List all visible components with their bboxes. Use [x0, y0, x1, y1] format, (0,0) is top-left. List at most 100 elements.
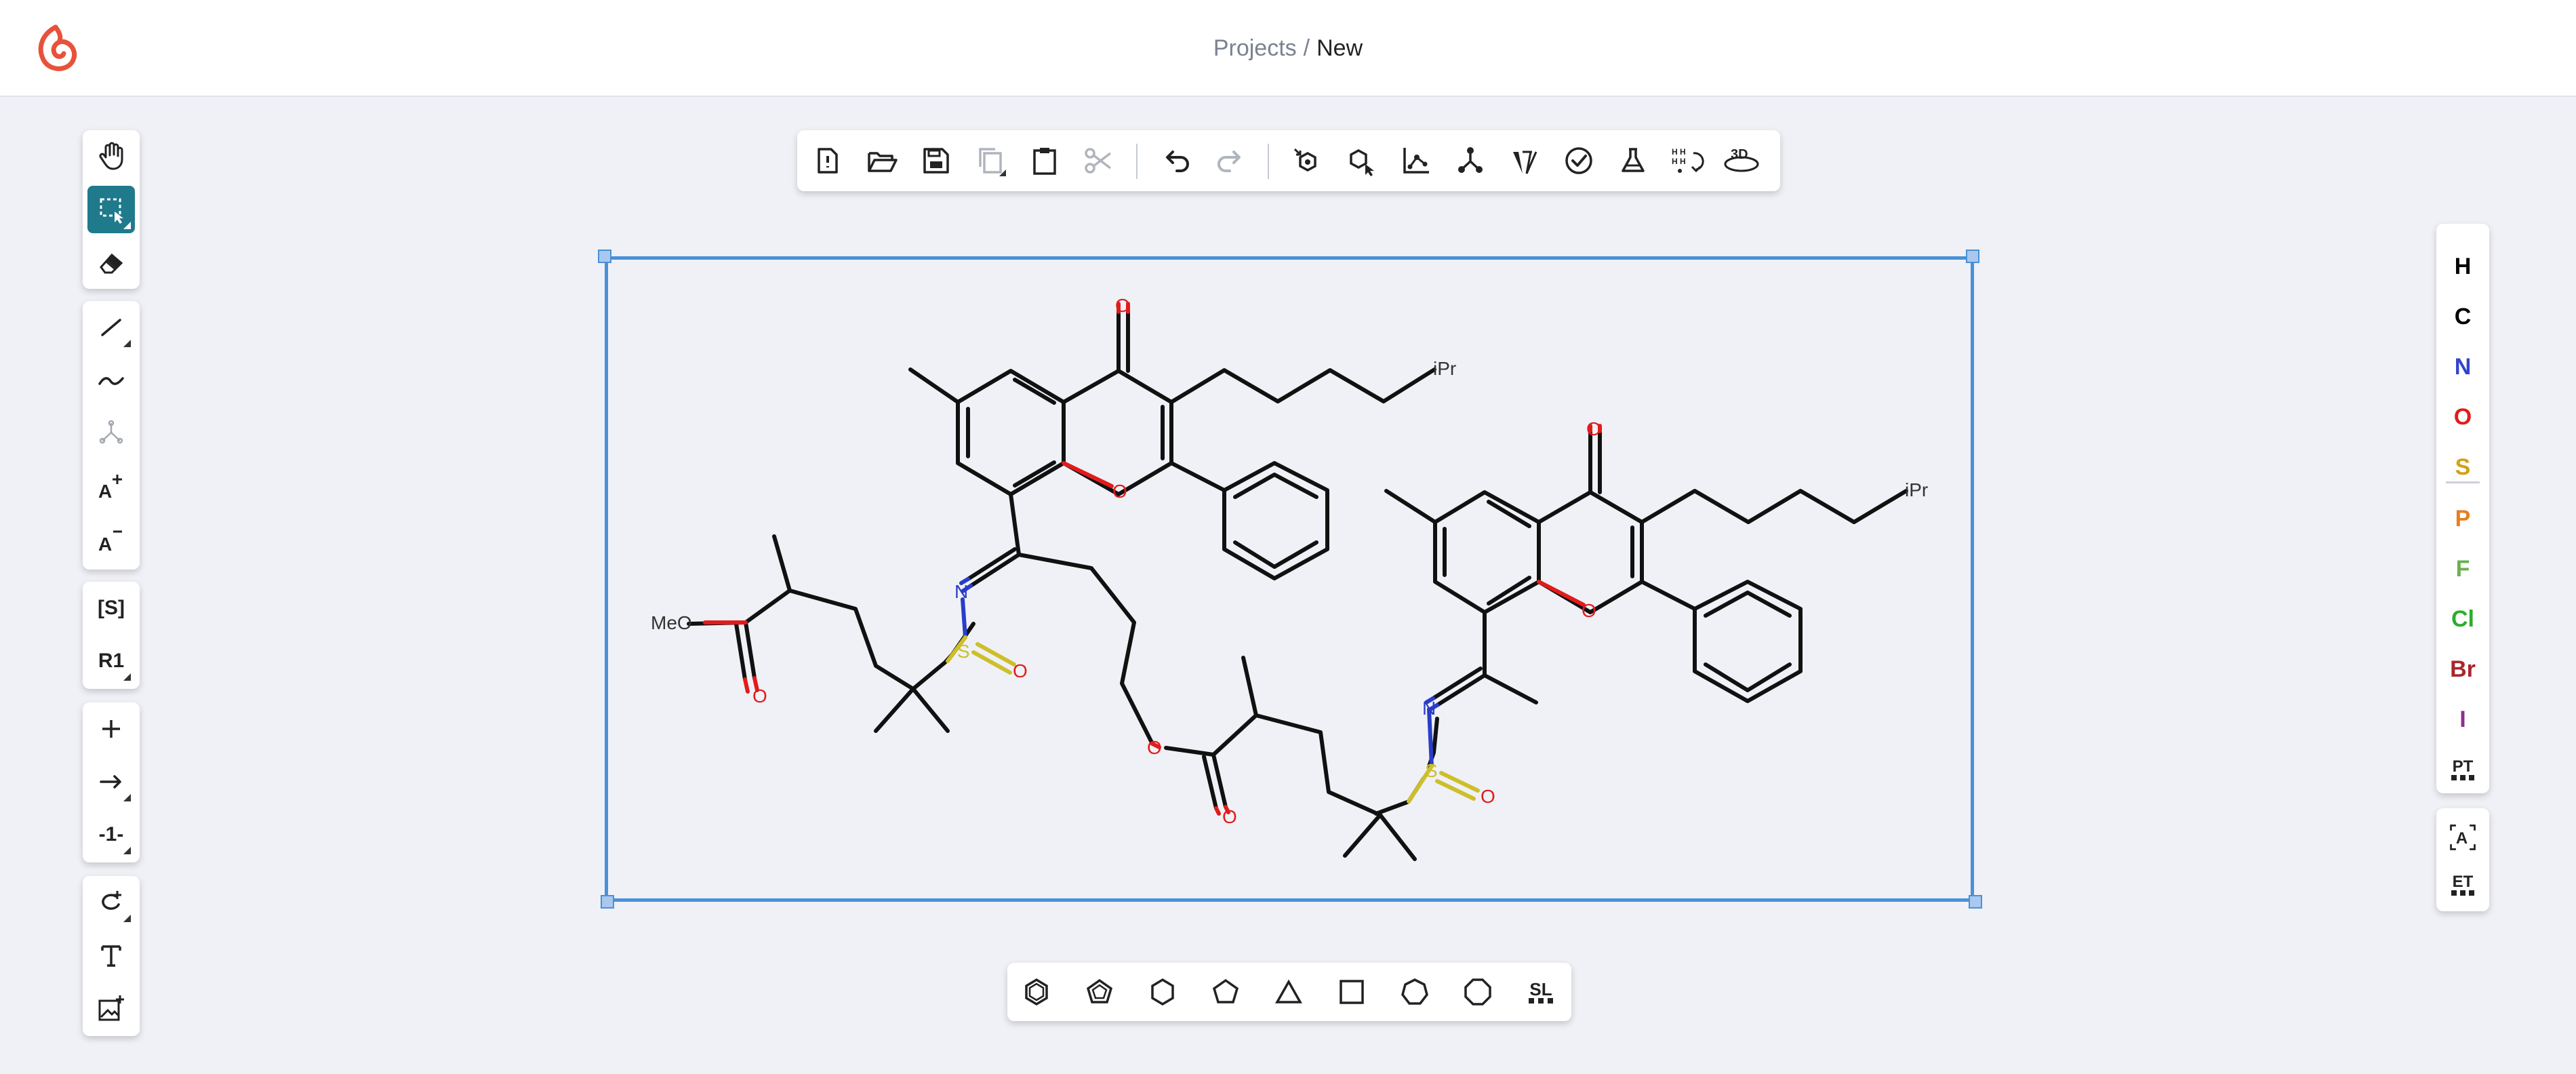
- arrow-icon: [100, 775, 121, 789]
- atom-label-o-ring-left: O: [1112, 481, 1127, 502]
- charge-minus-tool-button[interactable]: A: [87, 515, 135, 563]
- select-rectangle-tool-button[interactable]: [87, 186, 135, 233]
- cyclohexane-icon: [1151, 978, 1174, 1006]
- check-structure-button[interactable]: [1556, 138, 1601, 183]
- any-atom-button[interactable]: A: [2436, 815, 2489, 860]
- template-cyclopropane-button[interactable]: [1266, 970, 1311, 1014]
- monomer-tool-button[interactable]: [87, 410, 135, 457]
- right-toolbar-atoms: H C N O S P F Cl Br I PT: [2436, 224, 2489, 793]
- cyclooctane-icon: [1464, 978, 1491, 1006]
- template-cyclopentadiene-button[interactable]: [1077, 970, 1122, 1014]
- hand-tool-button[interactable]: [87, 132, 135, 180]
- open-file-button[interactable]: [860, 138, 904, 183]
- svg-text:A: A: [2456, 829, 2468, 848]
- expand-corner-icon: [123, 915, 131, 922]
- svg-text:A: A: [98, 534, 112, 555]
- atom-label-n-right: N: [1422, 698, 1436, 719]
- redo-button[interactable]: [1208, 138, 1253, 183]
- hand-icon: [99, 142, 123, 170]
- chain-tool-button[interactable]: [87, 357, 135, 404]
- left-toolbar-group-1: [83, 130, 140, 289]
- undo-button[interactable]: [1154, 138, 1199, 183]
- layout-icon: [1293, 148, 1316, 172]
- rotate-tool-button[interactable]: [87, 879, 135, 926]
- single-bond-tool-button[interactable]: [87, 304, 135, 351]
- reaction-plus-tool-button[interactable]: [87, 705, 135, 753]
- erase-tool-button[interactable]: [87, 239, 135, 286]
- left-toolbar-group-4: -1-: [83, 702, 140, 862]
- rotate-icon: [102, 891, 121, 910]
- sgroup-tool-button[interactable]: [S]: [87, 584, 135, 632]
- monomer-icon: [99, 420, 123, 444]
- atom-c-button[interactable]: C: [2436, 294, 2489, 339]
- cut-button[interactable]: [1076, 138, 1121, 183]
- new-file-button[interactable]: [805, 138, 850, 183]
- atom-h-button[interactable]: H: [2436, 244, 2489, 289]
- atom-o-button[interactable]: O: [2436, 395, 2489, 439]
- atom-n-button[interactable]: N: [2436, 344, 2489, 389]
- template-cyclohexane-button[interactable]: [1140, 970, 1185, 1014]
- paste-button[interactable]: [1022, 138, 1067, 183]
- template-cycloheptane-button[interactable]: [1392, 970, 1437, 1014]
- atom-label-ipr-left: iPr: [1433, 358, 1456, 379]
- add-image-tool-button[interactable]: [87, 984, 135, 1032]
- atom-cl-button[interactable]: Cl: [2436, 597, 2489, 641]
- clean-up-icon: [1350, 149, 1374, 176]
- template-cyclopentane-button[interactable]: [1203, 970, 1248, 1014]
- left-toolbar-group-5: [83, 876, 140, 1036]
- template-cyclooctane-button[interactable]: [1455, 970, 1500, 1014]
- atom-label-o-sulfinyl-right: O: [1481, 786, 1495, 807]
- template-cyclobutane-button[interactable]: [1329, 970, 1374, 1014]
- structure-library-icon: SL: [1529, 980, 1553, 1003]
- rgroup-tool-button[interactable]: R1: [87, 637, 135, 685]
- extended-table-button[interactable]: ET: [2436, 862, 2489, 907]
- breadcrumb-projects-link[interactable]: Projects: [1213, 35, 1297, 62]
- expand-corner-icon: [123, 340, 131, 347]
- cyclopentane-icon: [1212, 978, 1239, 1003]
- atom-label-ipr-right: iPr: [1905, 479, 1928, 500]
- atom-f-button[interactable]: F: [2436, 546, 2489, 591]
- atom-p-button[interactable]: P: [2436, 496, 2489, 541]
- left-toolbar-group-3: [S] R1: [83, 582, 140, 689]
- add-image-icon: [98, 995, 124, 1021]
- atoms-divider: [2446, 481, 2480, 483]
- aromatize-button[interactable]: [1394, 138, 1438, 183]
- atom-label-n-left: N: [954, 581, 968, 602]
- atom-label-o-carbonyl-left: O: [1115, 295, 1130, 316]
- copy-button[interactable]: [968, 138, 1013, 183]
- periodic-table-button[interactable]: PT: [2436, 747, 2489, 792]
- dearomatize-button[interactable]: [1448, 138, 1493, 183]
- atom-label-o-ester-link: O: [1147, 737, 1162, 758]
- charge-plus-tool-button[interactable]: A: [87, 462, 135, 510]
- eraser-icon: [100, 253, 123, 274]
- atom-br-button[interactable]: Br: [2436, 647, 2489, 692]
- breadcrumb: Projects / New: [0, 0, 2576, 97]
- molecule-drawing[interactable]: O O iPr N S O MeO O O O O O iPr N S O: [605, 256, 1974, 902]
- structure-library-button[interactable]: SL: [1518, 970, 1563, 1014]
- svg-text:3D: 3D: [1731, 147, 1748, 162]
- clean-up-button[interactable]: [1340, 138, 1384, 183]
- text-icon: [101, 945, 121, 967]
- cyclopropane-icon: [1274, 979, 1303, 1003]
- clipboard-icon: [1033, 148, 1056, 175]
- template-benzene-button[interactable]: [1014, 970, 1059, 1014]
- select-rectangle-icon: [100, 198, 123, 224]
- left-toolbar-group-2: A A: [83, 301, 140, 570]
- reaction-mapping-tool-button[interactable]: -1-: [87, 811, 135, 858]
- text-tool-button[interactable]: [87, 932, 135, 979]
- explicit-hydrogens-button[interactable]: H HH H: [1665, 138, 1710, 183]
- stereo-icon: [1513, 151, 1537, 174]
- save-button[interactable]: [914, 138, 959, 183]
- analyse-button[interactable]: [1611, 138, 1655, 183]
- layout-button[interactable]: [1285, 138, 1330, 183]
- atom-i-button[interactable]: I: [2436, 697, 2489, 742]
- reaction-arrow-tool-button[interactable]: [87, 758, 135, 806]
- calculate-cip-button[interactable]: [1502, 138, 1547, 183]
- mapping-label: -1-: [98, 823, 124, 846]
- 3d-viewer-button[interactable]: 3D: [1715, 138, 1768, 183]
- extended-table-icon: ET: [2451, 874, 2474, 896]
- save-icon: [923, 148, 949, 174]
- redo-icon: [1217, 151, 1241, 172]
- svg-text:H H: H H: [1672, 157, 1686, 166]
- atom-label-s-left: S: [957, 641, 970, 662]
